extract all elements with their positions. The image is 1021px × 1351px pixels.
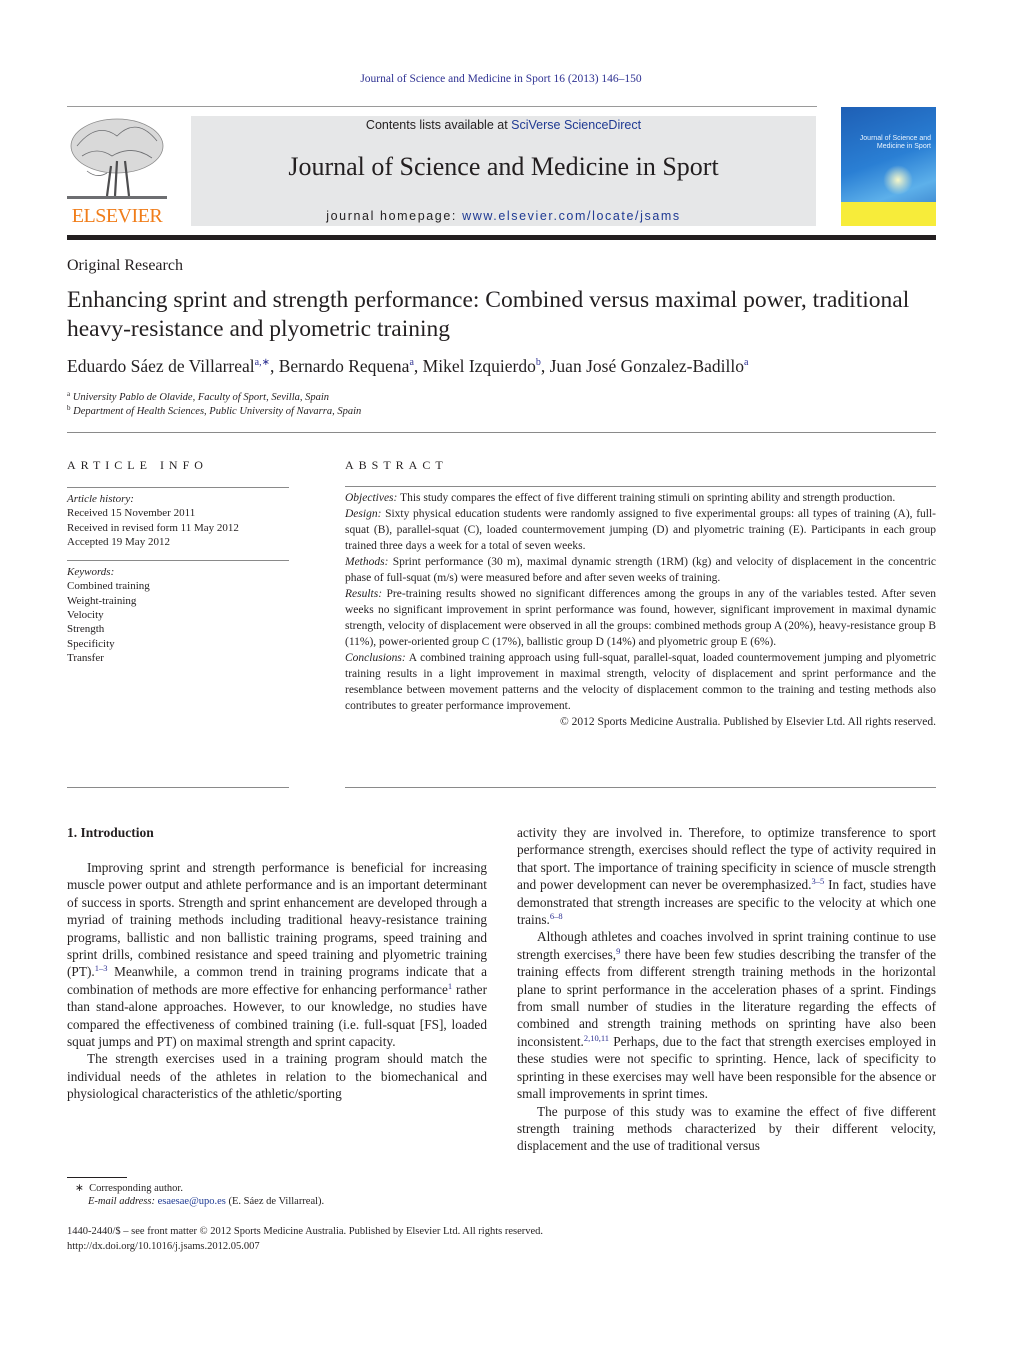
title-divider: [67, 432, 936, 433]
paragraph: Although athletes and coaches involved i…: [517, 928, 936, 1102]
author[interactable]: Eduardo Sáez de Villarreal: [67, 356, 255, 376]
journal-cover-image[interactable]: Journal of Science and Medicine in Sport: [841, 107, 936, 226]
abstract-conclusions: Conclusions: A combined training approac…: [345, 652, 936, 712]
article-title: Enhancing sprint and strength performanc…: [67, 287, 910, 342]
keyword: Specificity: [67, 637, 115, 650]
homepage-line: journal homepage: www.elsevier.com/locat…: [326, 209, 681, 223]
abstract-divider: [345, 486, 936, 487]
cover-title: Journal of Science and Medicine in Sport: [859, 135, 931, 150]
cover-yellow-band: [841, 202, 936, 226]
history-received: Received 15 November 2011: [67, 507, 196, 520]
text-run: The purpose of this study was to examine…: [517, 1103, 936, 1154]
author-affiliation-mark[interactable]: a: [409, 357, 413, 368]
email-note: E-mail address: esaesae@upo.es (E. Sáez …: [88, 1196, 325, 1207]
abstract-design: Design: Sixty physical education student…: [345, 508, 936, 552]
homepage-link[interactable]: www.elsevier.com/locate/jsams: [462, 209, 681, 223]
abstract-results: Results: Pre-training results showed no …: [345, 588, 936, 648]
citation-link[interactable]: 3–5: [811, 876, 824, 886]
text-run: The strength exercises used in a trainin…: [67, 1051, 487, 1102]
author[interactable]: Bernardo Requena: [279, 356, 410, 376]
keyword: Combined training: [67, 580, 150, 593]
issn-line: 1440-2440/$ – see front matter © 2012 Sp…: [67, 1226, 544, 1237]
abstract-body: Objectives: This study compares the effe…: [345, 490, 936, 730]
author-affiliation-mark[interactable]: a: [744, 357, 748, 368]
email-link[interactable]: esaesae@upo.es: [158, 1196, 226, 1207]
footnote-rule: [67, 1177, 127, 1178]
paragraph: The strength exercises used in a trainin…: [67, 1050, 487, 1102]
citation-link[interactable]: 2,10,11: [584, 1033, 609, 1043]
citation-link[interactable]: 6–8: [550, 911, 563, 921]
header-rule: [67, 106, 817, 107]
affiliation-a: a University Pablo de Olavide, Faculty o…: [67, 390, 330, 403]
abstract-bottom-rule: [345, 787, 936, 788]
body-right-column: activity they are involved in. Therefore…: [517, 824, 936, 1155]
tree-icon: [67, 118, 167, 199]
citation-link[interactable]: 1–3: [95, 963, 108, 973]
corresponding-author-note: ∗ Corresponding author.: [75, 1183, 183, 1194]
elsevier-logo[interactable]: ELSEVIER: [67, 116, 167, 228]
article-type: Original Research: [67, 257, 183, 274]
body-left-column: Improving sprint and strength performanc…: [67, 859, 487, 1103]
journal-masthead: Contents lists available at SciVerse Sci…: [191, 116, 816, 226]
article-info-heading: ARTICLE INFO: [67, 458, 208, 472]
author-affiliation-mark[interactable]: b: [536, 357, 541, 368]
article-info: ARTICLE INFO Article history: Received 1…: [67, 458, 289, 788]
journal-title: Journal of Science and Medicine in Sport: [288, 152, 719, 181]
masthead-thick-rule: [67, 235, 936, 240]
paragraph: The purpose of this study was to examine…: [517, 1103, 936, 1155]
keyword: Strength: [67, 623, 105, 636]
keyword: Transfer: [67, 651, 104, 664]
keyword: Velocity: [67, 609, 104, 622]
contents-line: Contents lists available at SciVerse Sci…: [365, 118, 642, 132]
history-revised: Received in revised form 11 May 2012: [67, 521, 239, 534]
author-list: Eduardo Sáez de Villarreala,∗, Bernardo …: [67, 356, 749, 376]
author-affiliation-mark[interactable]: a,∗: [255, 357, 270, 368]
author[interactable]: Juan José Gonzalez-Badillo: [550, 356, 744, 376]
history-accepted: Accepted 19 May 2012: [67, 535, 170, 548]
article-info-bottom-rule: [67, 787, 289, 788]
sciencedirect-link[interactable]: SciVerse ScienceDirect: [511, 118, 641, 132]
text-run: Meanwhile, a common trend in training pr…: [67, 964, 487, 997]
keywords: Keywords: Combined training Weight-train…: [67, 565, 289, 665]
article-history: Article history: Received 15 November 20…: [67, 492, 289, 549]
running-head[interactable]: Journal of Science and Medicine in Sport…: [0, 73, 1002, 85]
doi-link[interactable]: http://dx.doi.org/10.1016/j.jsams.2012.0…: [67, 1241, 260, 1252]
elsevier-wordmark: ELSEVIER: [71, 205, 163, 227]
cover-glow: [883, 165, 913, 195]
affiliation-b: b Department of Health Sciences, Public …: [67, 404, 362, 417]
article-info-divider: [67, 487, 289, 488]
abstract-methods: Methods: Sprint performance (30 m), maxi…: [345, 556, 936, 584]
author[interactable]: Mikel Izquierdo: [423, 356, 536, 376]
abstract-objectives: Objectives: This study compares the effe…: [345, 492, 896, 504]
keyword: Weight-training: [67, 594, 137, 607]
section-heading-introduction: 1. Introduction: [67, 825, 154, 840]
keywords-divider: [67, 560, 289, 562]
abstract-copyright: © 2012 Sports Medicine Australia. Publis…: [559, 716, 936, 728]
paragraph: activity they are involved in. Therefore…: [517, 824, 936, 928]
abstract-heading: ABSTRACT: [345, 458, 448, 472]
text-run: Improving sprint and strength performanc…: [67, 860, 487, 980]
paragraph: Improving sprint and strength performanc…: [67, 859, 487, 1050]
